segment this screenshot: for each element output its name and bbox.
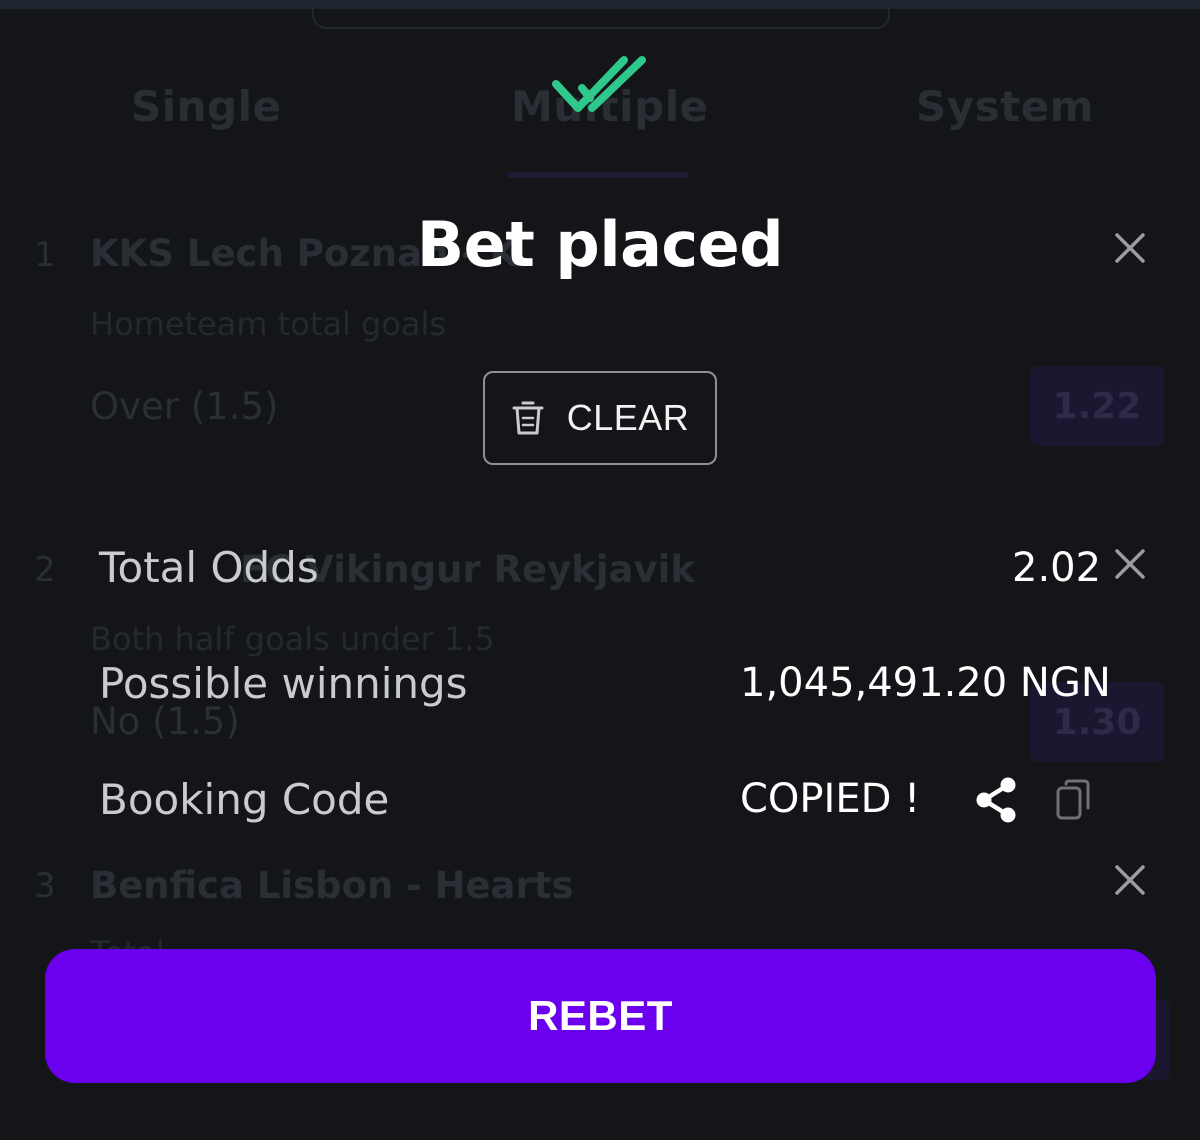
selection-odds: 1.22 bbox=[1030, 366, 1164, 446]
tab-system: System bbox=[916, 82, 1094, 131]
trash-icon bbox=[512, 401, 544, 435]
selection-number: 2 bbox=[34, 550, 56, 590]
rebet-button[interactable]: REBET bbox=[45, 949, 1156, 1083]
active-tab-indicator bbox=[508, 172, 689, 178]
close-icon[interactable] bbox=[1113, 547, 1147, 581]
possible-winnings-value: 1,045,491.20 NGN bbox=[740, 660, 1111, 706]
copy-icon[interactable] bbox=[1054, 778, 1092, 822]
clear-button[interactable]: CLEAR bbox=[483, 371, 717, 465]
tab-single: Single bbox=[131, 82, 282, 131]
clear-button-label: CLEAR bbox=[566, 397, 690, 438]
selection-match: Benfica Lisbon - Hearts bbox=[90, 864, 574, 907]
selection-number: 3 bbox=[34, 866, 56, 906]
booking-code-label: Booking Code bbox=[99, 775, 390, 824]
double-check-icon bbox=[552, 56, 646, 112]
possible-winnings-label: Possible winnings bbox=[99, 659, 468, 708]
selection-market: Both half goals under 1.5 bbox=[90, 620, 495, 658]
total-odds-value: 2.02 bbox=[1012, 545, 1102, 591]
close-icon[interactable] bbox=[1113, 863, 1147, 897]
bet-placed-screen: Single Multiple System 1 KKS Lech Poznan… bbox=[0, 0, 1200, 1140]
rebet-button-label: REBET bbox=[528, 992, 673, 1039]
share-icon[interactable] bbox=[972, 775, 1020, 825]
modal-title: Bet placed bbox=[416, 208, 784, 281]
selection-market: Hometeam total goals bbox=[90, 305, 447, 343]
booking-code-status: COPIED ! bbox=[740, 776, 921, 822]
total-odds-label: Total Odds bbox=[99, 543, 319, 592]
selection-outcome: Over (1.5) bbox=[90, 385, 279, 428]
